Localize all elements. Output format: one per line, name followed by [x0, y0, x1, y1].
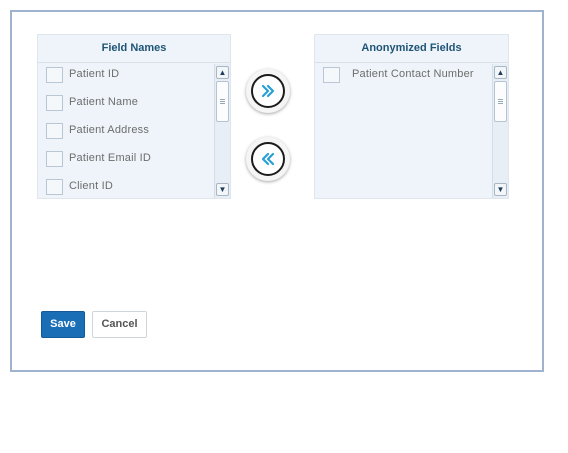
scroll-thumb[interactable]: [216, 81, 229, 122]
grip-icon: [498, 99, 503, 104]
scroll-down-button[interactable]: ▼: [494, 183, 507, 196]
field-checkbox[interactable]: [46, 123, 63, 139]
list-item[interactable]: Patient Email ID: [38, 148, 214, 176]
double-chevron-left-icon: [251, 142, 285, 176]
cancel-button[interactable]: Cancel: [92, 311, 147, 338]
scroll-down-button[interactable]: ▼: [216, 183, 229, 196]
save-button[interactable]: Save: [41, 311, 85, 338]
anonymized-fields-scrollbar[interactable]: ▲ ▼: [492, 64, 508, 198]
scroll-up-button[interactable]: ▲: [216, 66, 229, 79]
field-names-scrollbar[interactable]: ▲ ▼: [214, 64, 230, 198]
field-names-header: Field Names: [38, 35, 230, 63]
field-selection-panel: Field Names Patient ID Patient Name Pati…: [10, 10, 544, 372]
list-item[interactable]: Patient ID: [38, 64, 214, 92]
anonymized-fields-header: Anonymized Fields: [315, 35, 508, 63]
list-item[interactable]: Client ID: [38, 176, 214, 198]
move-to-field-names-button[interactable]: [246, 137, 290, 181]
field-checkbox[interactable]: [46, 151, 63, 167]
list-item[interactable]: Patient Contact Number: [315, 64, 492, 92]
field-names-listbox: Field Names Patient ID Patient Name Pati…: [37, 34, 231, 199]
list-item[interactable]: Patient Name: [38, 92, 214, 120]
move-to-anonymized-button[interactable]: [246, 69, 290, 113]
scroll-thumb[interactable]: [494, 81, 507, 122]
list-item[interactable]: Patient Address: [38, 120, 214, 148]
field-label: Patient Address: [69, 124, 150, 136]
scroll-up-button[interactable]: ▲: [494, 66, 507, 79]
field-label: Client ID: [69, 180, 113, 192]
anonymized-fields-list: Patient Contact Number: [315, 64, 492, 198]
field-checkbox[interactable]: [323, 67, 340, 83]
field-names-list: Patient ID Patient Name Patient Address …: [38, 64, 214, 198]
double-chevron-right-icon: [251, 74, 285, 108]
field-label: Patient Email ID: [69, 152, 152, 164]
field-checkbox[interactable]: [46, 179, 63, 195]
field-label: Patient Contact Number: [352, 68, 474, 80]
field-label: Patient Name: [69, 96, 139, 108]
field-checkbox[interactable]: [46, 95, 63, 111]
field-label: Patient ID: [69, 68, 120, 80]
field-checkbox[interactable]: [46, 67, 63, 83]
grip-icon: [220, 99, 225, 104]
anonymized-fields-listbox: Anonymized Fields Patient Contact Number…: [314, 34, 509, 199]
